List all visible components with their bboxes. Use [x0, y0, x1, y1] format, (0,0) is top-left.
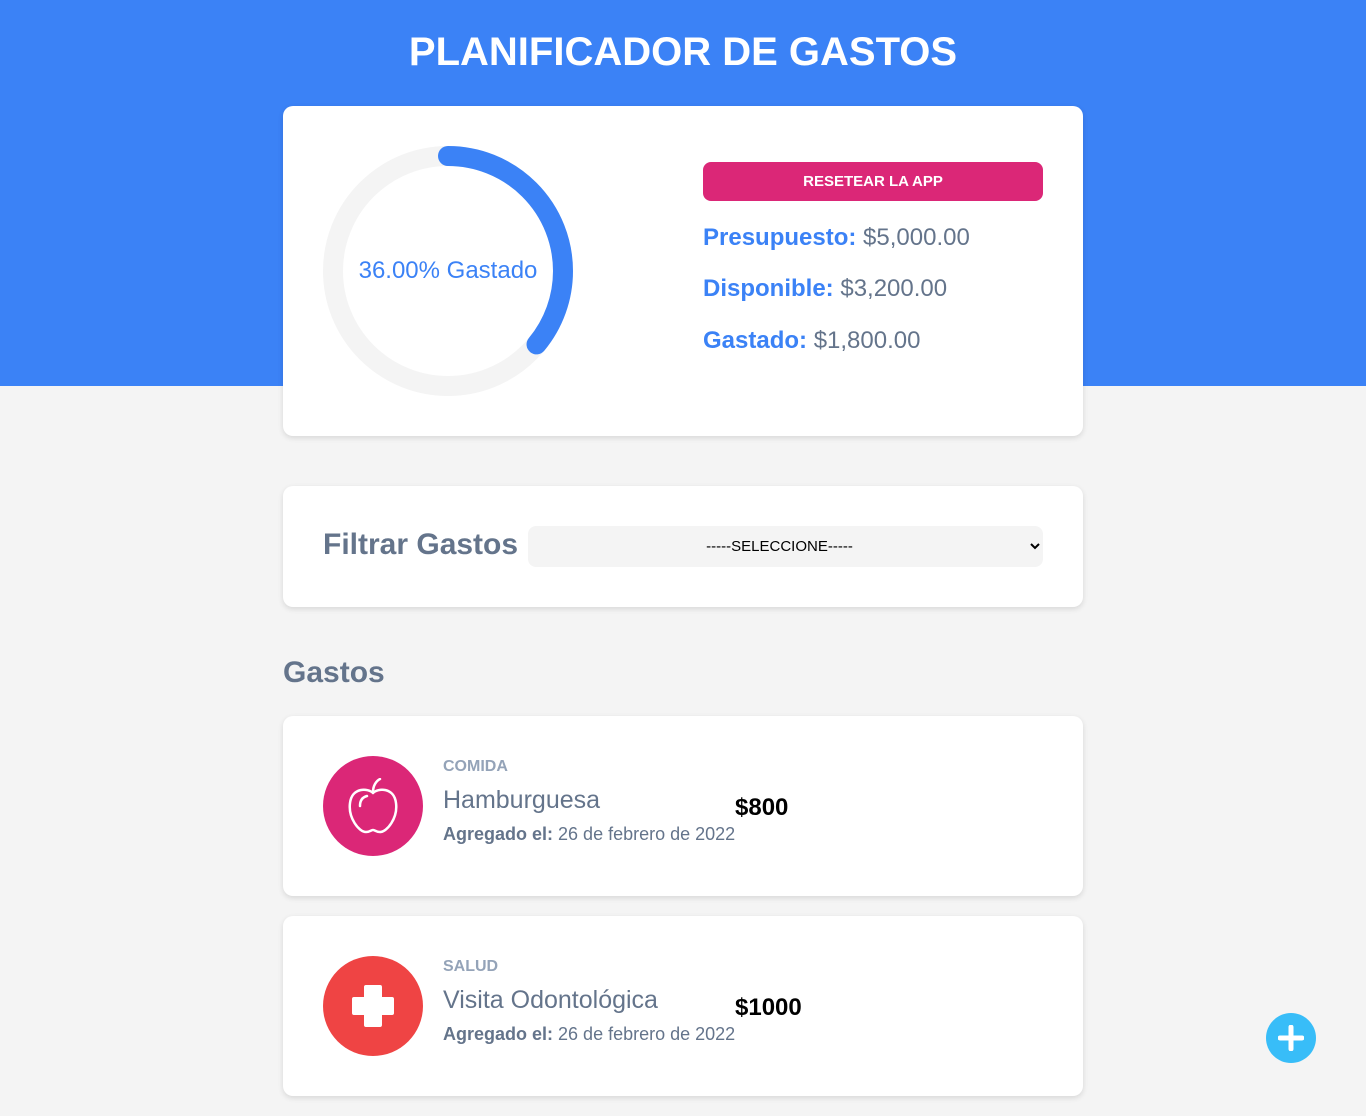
expense-name: Hamburguesa [443, 786, 601, 814]
reset-app-button[interactable]: RESETEAR LA APP [703, 162, 1043, 201]
expense-date-value: 26 de febrero de 2022 [558, 824, 736, 844]
expense-date-value: 26 de febrero de 2022 [558, 1024, 736, 1044]
disponible-value: $3,200.00 [840, 275, 948, 302]
expense-card[interactable]: SALUD Visita Odontológica Agregado el: 2… [283, 916, 1083, 1096]
expense-name: Visita Odontológica [443, 986, 658, 1014]
budget-card: 36.00% Gastado RESETEAR LA APP Presupues… [283, 106, 1083, 436]
gastado-value: $1,800.00 [813, 327, 921, 354]
health-cross-icon [352, 985, 394, 1027]
app-title: PLANIFICADOR DE GASTOS [408, 30, 958, 74]
expense-date-label: Agregado el: [443, 824, 554, 844]
progress-text: 36.00% Gastado [358, 257, 538, 284]
plus-icon [1278, 1025, 1304, 1051]
expense-category-icon [323, 956, 423, 1056]
add-expense-button[interactable] [1266, 1013, 1316, 1063]
available-stat: Disponible: $3,200.00 [703, 275, 947, 303]
expense-amount: $800 [735, 794, 789, 821]
expense-date: Agregado el: 26 de febrero de 2022 [443, 1024, 735, 1045]
expense-category-icon [323, 756, 423, 856]
presupuesto-value: $5,000.00 [863, 224, 970, 251]
expense-category: SALUD [443, 958, 499, 975]
filter-select[interactable]: -----SELECCIONE----- [528, 526, 1043, 567]
filter-label: Filtrar Gastos [323, 528, 519, 561]
expense-date: Agregado el: 26 de febrero de 2022 [443, 824, 735, 845]
presupuesto-label: Presupuesto: [703, 224, 857, 251]
expenses-title: Gastos [283, 656, 385, 689]
expense-amount: $1000 [735, 994, 802, 1021]
filter-card: Filtrar Gastos -----SELECCIONE----- [283, 486, 1083, 607]
budget-stat: Presupuesto: $5,000.00 [703, 224, 970, 252]
apple-icon [348, 778, 398, 834]
spent-stat: Gastado: $1,800.00 [703, 327, 920, 355]
expense-date-label: Agregado el: [443, 1024, 554, 1044]
spent-progress-ring: 36.00% Gastado [323, 146, 573, 396]
expense-category: COMIDA [443, 758, 508, 775]
expense-card[interactable]: COMIDA Hamburguesa Agregado el: 26 de fe… [283, 716, 1083, 896]
disponible-label: Disponible: [703, 275, 834, 302]
gastado-label: Gastado: [703, 327, 808, 354]
